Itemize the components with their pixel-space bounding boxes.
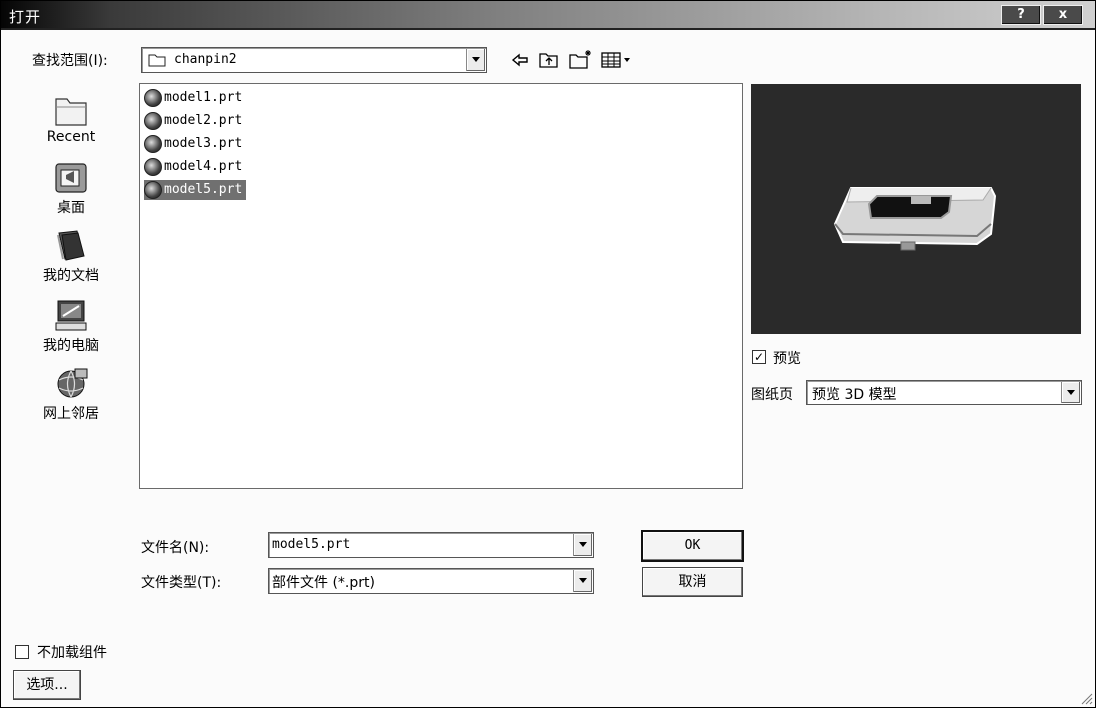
desktop-icon — [55, 163, 87, 193]
file-item[interactable]: model1.prt — [144, 88, 246, 108]
lookin-label: 查找范围(I): — [32, 53, 108, 69]
filename-input[interactable]: model5.prt — [268, 532, 594, 558]
lookin-dropdown-button[interactable] — [466, 49, 485, 71]
place-label: 桌面 — [57, 200, 85, 216]
ok-button[interactable]: OK — [641, 530, 744, 562]
dialog-title: 打开 — [9, 8, 42, 26]
nx-part-file-icon — [144, 88, 162, 107]
folder-icon — [148, 54, 166, 67]
place-label: 我的电脑 — [43, 338, 99, 354]
sheet-value: 预览 3D 模型 — [812, 387, 897, 403]
place-desktop[interactable]: 桌面 — [23, 161, 119, 217]
view-menu-icon[interactable] — [601, 51, 635, 69]
place-label: 网上邻居 — [43, 406, 99, 422]
place-network[interactable]: 网上邻居 — [23, 367, 119, 423]
my-documents-icon — [57, 230, 85, 261]
filename-label: 文件名(N): — [141, 540, 210, 556]
nx-part-file-icon — [144, 111, 162, 130]
resize-grip-icon[interactable] — [1079, 691, 1093, 705]
lookin-combo[interactable]: chanpin2 — [141, 47, 487, 73]
help-button[interactable]: ? — [1001, 5, 1041, 25]
recent-folder-icon — [55, 98, 87, 126]
model-preview-image — [833, 187, 997, 251]
my-computer-icon — [55, 300, 87, 331]
sheet-label: 图纸页 — [751, 387, 793, 403]
file-item[interactable]: model4.prt — [144, 157, 246, 177]
place-my-documents[interactable]: 我的文档 — [23, 229, 119, 285]
cancel-button[interactable]: 取消 — [642, 567, 743, 597]
back-icon[interactable] — [511, 52, 529, 68]
options-button[interactable]: 选项... — [13, 670, 81, 700]
lookin-value: chanpin2 — [174, 52, 237, 67]
close-button[interactable]: x — [1043, 5, 1083, 25]
preview-checkbox[interactable]: ✓ — [752, 350, 766, 364]
file-item-selected[interactable]: model5.prt — [144, 180, 247, 200]
file-item[interactable]: model3.prt — [144, 134, 246, 154]
filetype-label: 文件类型(T): — [141, 575, 222, 591]
place-label: Recent — [46, 129, 96, 145]
sheet-combo[interactable]: 预览 3D 模型 — [806, 380, 1082, 405]
up-folder-icon[interactable] — [539, 51, 559, 69]
open-dialog: 打开 ? x 查找范围(I): chanpin2 Recent 桌面 我的文档 … — [0, 0, 1096, 708]
filename-dropdown-button[interactable] — [573, 534, 592, 556]
filetype-combo[interactable]: 部件文件 (*.prt) — [268, 568, 594, 594]
nx-part-file-icon — [144, 180, 162, 199]
preview-pane — [751, 84, 1081, 334]
nx-part-file-icon — [144, 134, 162, 153]
no-load-components-checkbox[interactable] — [15, 645, 29, 659]
filetype-dropdown-button[interactable] — [573, 570, 592, 592]
filename-value: model5.prt — [272, 537, 351, 552]
filetype-value: 部件文件 (*.prt) — [272, 575, 375, 591]
place-label: 我的文档 — [43, 268, 99, 284]
new-folder-icon[interactable] — [569, 49, 593, 69]
file-list[interactable]: model1.prt model2.prt model3.prt model4.… — [139, 83, 743, 489]
place-recent[interactable]: Recent — [23, 93, 119, 145]
preview-checkbox-label: 预览 — [773, 351, 801, 367]
place-my-computer[interactable]: 我的电脑 — [23, 299, 119, 355]
nx-part-file-icon — [144, 157, 162, 176]
network-icon — [57, 368, 88, 398]
file-item[interactable]: model2.prt — [144, 111, 246, 131]
title-bar[interactable]: 打开 ? x — [1, 1, 1095, 30]
sheet-dropdown-button[interactable] — [1061, 382, 1080, 403]
no-load-components-label: 不加载组件 — [37, 645, 107, 661]
